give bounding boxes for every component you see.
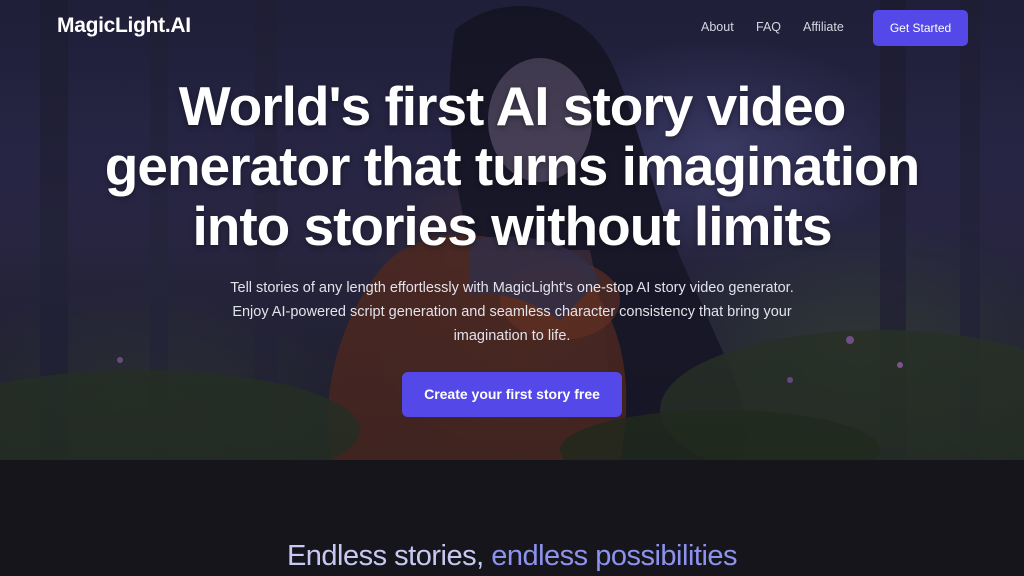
description-line: Enjoy AI-powered script generation and s… (232, 304, 792, 320)
features-section: Endless stories, endless possibilities (0, 460, 1024, 576)
section-title-part1: Endless stories, (286, 540, 492, 572)
headline-line: generator that turns imagination (104, 135, 920, 197)
landing-page: MagicLight.AI About FAQ Affiliate Get St… (0, 0, 1024, 576)
description-line: imagination to life. (453, 328, 571, 344)
nav-link-about[interactable]: About (701, 20, 734, 34)
top-navigation: MagicLight.AI About FAQ Affiliate Get St… (0, 0, 1024, 56)
nav-link-faq[interactable]: FAQ (756, 20, 781, 34)
headline-line: into stories without limits (192, 195, 832, 257)
nav-link-affiliate[interactable]: Affiliate (803, 20, 844, 34)
get-started-button[interactable]: Get Started (873, 10, 968, 46)
headline-line: World's first AI story video (178, 75, 847, 137)
hero-headline: World's first AI story video generator t… (62, 76, 962, 256)
logo[interactable]: MagicLight.AI (57, 14, 191, 38)
section-title: Endless stories, endless possibilities (0, 540, 1024, 573)
section-title-part2: endless possibilities (491, 540, 738, 572)
create-first-story-button[interactable]: Create your first story free (402, 372, 622, 417)
hero-description: Tell stories of any length effortlessly … (192, 276, 832, 348)
description-line: Tell stories of any length effortlessly … (230, 280, 794, 296)
